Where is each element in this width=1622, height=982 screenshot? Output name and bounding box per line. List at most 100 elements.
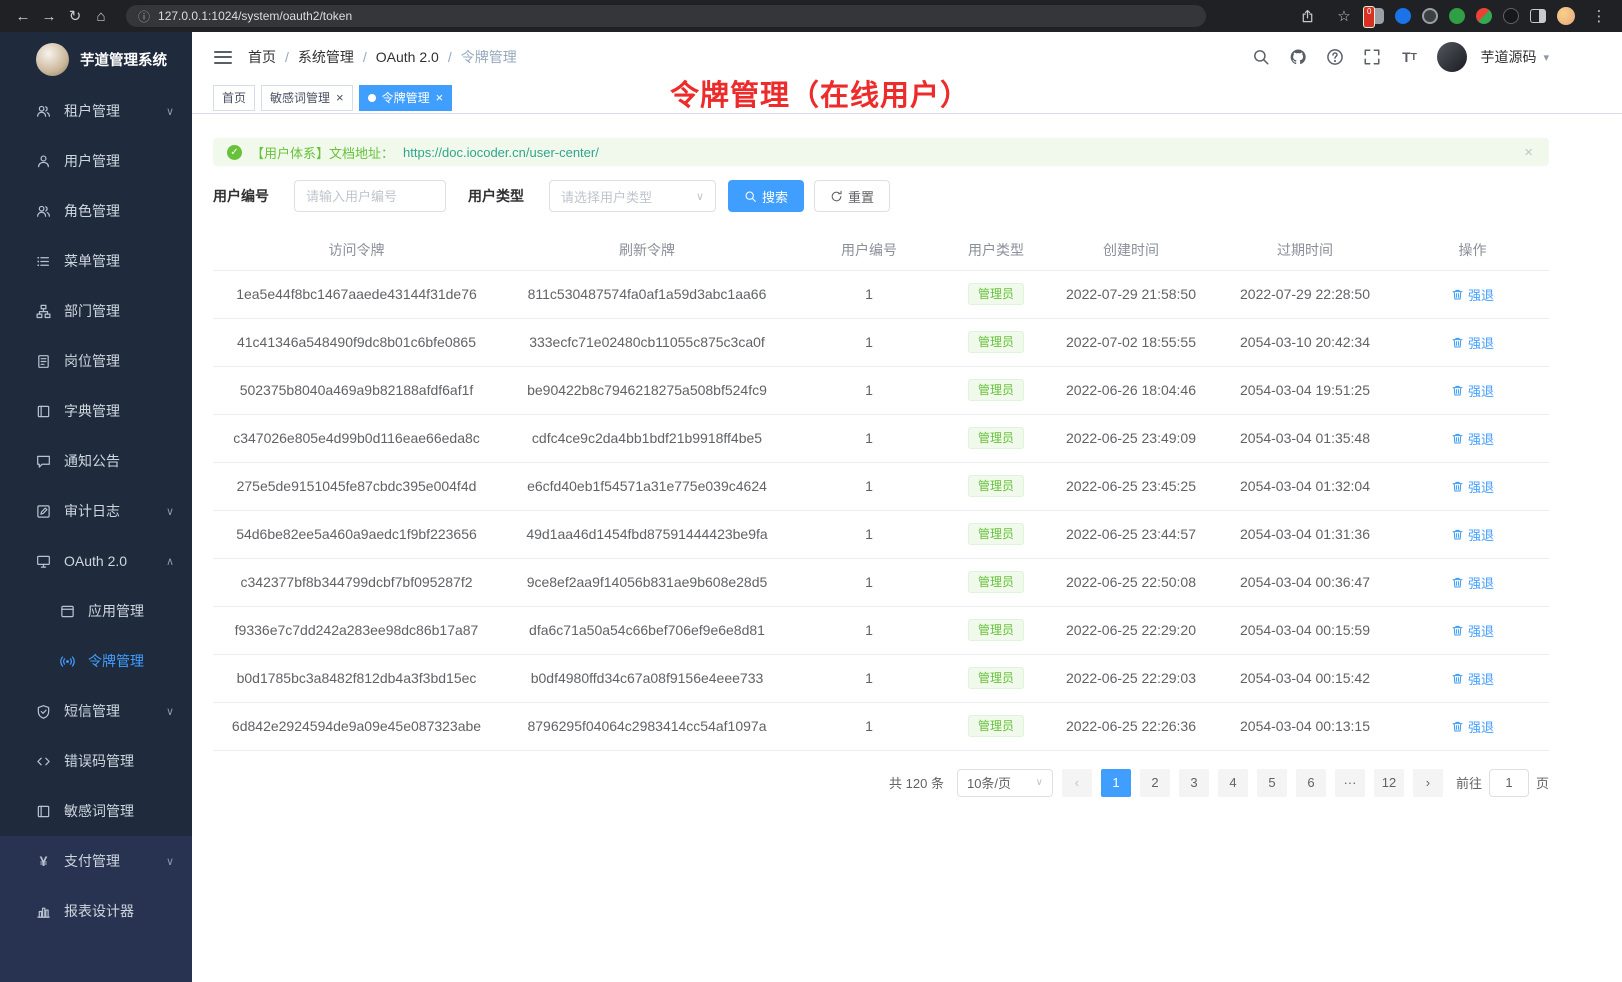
user-id-cell: 1 — [794, 318, 944, 366]
force-logout-button[interactable]: 强退 — [1451, 429, 1494, 448]
doc-link[interactable]: https://doc.iocoder.cn/user-center/ — [403, 145, 599, 160]
breadcrumb-oauth[interactable]: OAuth 2.0 — [376, 49, 439, 65]
share-icon[interactable] — [1294, 3, 1320, 29]
github-icon[interactable] — [1283, 42, 1313, 72]
page-button-3[interactable]: 3 — [1179, 769, 1209, 797]
sidebar-item-oauth-app[interactable]: 应用管理 — [0, 586, 192, 636]
page-button-4[interactable]: 4 — [1218, 769, 1248, 797]
font-size-icon[interactable]: TT — [1394, 42, 1424, 72]
user-type-select[interactable]: 请选择用户类型 ∨ — [549, 180, 716, 212]
help-icon[interactable] — [1320, 42, 1350, 72]
force-logout-label: 强退 — [1468, 477, 1494, 496]
sidebar-item-report-designer[interactable]: 报表设计器 — [0, 886, 192, 936]
force-logout-button[interactable]: 强退 — [1451, 669, 1494, 688]
goto-page-input[interactable] — [1489, 769, 1529, 797]
page-size-select[interactable]: 10条/页 ∨ — [957, 769, 1053, 797]
app-logo[interactable]: 芋道管理系统 — [0, 32, 192, 86]
forward-button[interactable]: → — [36, 3, 62, 29]
page-size-value: 10条/页 — [967, 773, 1011, 792]
page-button-5[interactable]: 5 — [1257, 769, 1287, 797]
sidebar-item-oauth-token[interactable]: 令牌管理 — [0, 636, 192, 686]
breadcrumb-system[interactable]: 系统管理 — [298, 47, 354, 67]
sidebar-item-post[interactable]: 岗位管理 — [0, 336, 192, 386]
pagination: 共 120 条 10条/页 ∨ ‹ 1 2 3 4 5 6 ··· 12 › 前… — [213, 769, 1549, 797]
extension-green-icon[interactable] — [1449, 8, 1465, 24]
alert-close-icon[interactable]: × — [1524, 144, 1533, 161]
sidebar-item-menu[interactable]: 菜单管理 — [0, 236, 192, 286]
extension-dark-icon[interactable] — [1422, 8, 1438, 24]
tab-home[interactable]: 首页 — [213, 85, 255, 111]
tab-token[interactable]: 令牌管理 × — [359, 85, 453, 111]
next-page-button[interactable]: › — [1413, 769, 1443, 797]
sidebar-item-error-code[interactable]: 错误码管理 — [0, 736, 192, 786]
sidebar-item-audit-log[interactable]: 审计日志 ∨ — [0, 486, 192, 536]
breadcrumb-home[interactable]: 首页 — [248, 47, 276, 67]
browser-profile-avatar[interactable] — [1557, 7, 1575, 25]
bookmark-star-icon[interactable]: ☆ — [1331, 3, 1357, 29]
page-button-12[interactable]: 12 — [1374, 769, 1404, 797]
force-logout-button[interactable]: 强退 — [1451, 621, 1494, 640]
user-name[interactable]: 芋道源码 — [1480, 47, 1536, 67]
browser-menu-icon[interactable]: ⋮ — [1586, 3, 1612, 29]
force-logout-button[interactable]: 强退 — [1451, 285, 1494, 304]
user-type-cell: 管理员 — [944, 702, 1048, 750]
user-id-cell: 1 — [794, 654, 944, 702]
user-id-cell: 1 — [794, 606, 944, 654]
created-time-cell: 2022-06-25 23:45:25 — [1048, 462, 1214, 510]
sidebar-item-sensitive-word[interactable]: 敏感词管理 — [0, 786, 192, 836]
extensions-puzzle-icon[interactable] — [1476, 8, 1492, 24]
back-button[interactable]: ← — [10, 3, 36, 29]
force-logout-button[interactable]: 强退 — [1451, 381, 1494, 400]
action-cell: 强退 — [1396, 414, 1549, 462]
action-cell: 强退 — [1396, 558, 1549, 606]
table-row: f9336e7c7dd242a283ee98dc86b17a87 dfa6c71… — [213, 606, 1549, 654]
force-logout-button[interactable]: 强退 — [1451, 477, 1494, 496]
force-logout-label: 强退 — [1468, 573, 1494, 592]
access-token-cell: 502375b8040a469a9b82188afdf6af1f — [213, 366, 500, 414]
sidebar-item-notice[interactable]: 通知公告 — [0, 436, 192, 486]
sidebar-item-tenant[interactable]: 租户管理 ∨ — [0, 86, 192, 136]
reload-button[interactable]: ↻ — [62, 3, 88, 29]
sidebar-item-role[interactable]: 角色管理 — [0, 186, 192, 236]
close-icon[interactable]: × — [436, 91, 444, 104]
force-logout-label: 强退 — [1468, 333, 1494, 352]
force-logout-button[interactable]: 强退 — [1451, 525, 1494, 544]
fullscreen-icon[interactable] — [1357, 42, 1387, 72]
trash-icon — [1451, 384, 1464, 397]
more-pages-button[interactable]: ··· — [1335, 769, 1365, 797]
sidebar-item-dept[interactable]: 部门管理 — [0, 286, 192, 336]
sidebar-item-dict[interactable]: 字典管理 — [0, 386, 192, 436]
force-logout-button[interactable]: 强退 — [1451, 717, 1494, 736]
sidebar-item-user[interactable]: 用户管理 — [0, 136, 192, 186]
site-info-icon[interactable]: ⓘ — [138, 8, 150, 25]
page-button-1[interactable]: 1 — [1101, 769, 1131, 797]
page-button-6[interactable]: 6 — [1296, 769, 1326, 797]
search-button[interactable]: 搜索 — [728, 180, 804, 212]
sidebar-item-payment[interactable]: ¥ 支付管理 ∨ — [0, 836, 192, 886]
address-bar[interactable]: ⓘ 127.0.0.1:1024/system/oauth2/token — [126, 5, 1206, 27]
force-logout-button[interactable]: 强退 — [1451, 573, 1494, 592]
split-screen-icon[interactable] — [1530, 9, 1546, 23]
reset-button[interactable]: 重置 — [814, 180, 890, 212]
search-icon[interactable] — [1246, 42, 1276, 72]
user-id-input[interactable] — [306, 189, 434, 204]
breadcrumb: 首页 / 系统管理 / OAuth 2.0 / 令牌管理 — [248, 47, 517, 67]
user-id-input-wrap — [294, 180, 446, 212]
sidebar-item-sms[interactable]: 短信管理 ∨ — [0, 686, 192, 736]
extension-badged-icon[interactable]: 0 — [1368, 8, 1384, 24]
page-button-2[interactable]: 2 — [1140, 769, 1170, 797]
table-body: 1ea5e44f8bc1467aaede43144f31de76 811c530… — [213, 270, 1549, 750]
extension-blue-icon[interactable] — [1395, 8, 1411, 24]
prev-page-button[interactable]: ‹ — [1062, 769, 1092, 797]
trash-icon — [1451, 432, 1464, 445]
close-icon[interactable]: × — [336, 91, 344, 104]
user-avatar[interactable] — [1437, 42, 1467, 72]
user-menu-caret-icon[interactable]: ▾ — [1543, 51, 1549, 64]
home-button[interactable]: ⌂ — [88, 3, 114, 29]
menu-fold-icon[interactable] — [214, 51, 232, 64]
created-time-cell: 2022-06-25 23:44:57 — [1048, 510, 1214, 558]
tab-sensitive-word[interactable]: 敏感词管理 × — [261, 85, 353, 111]
extension-dark2-icon[interactable] — [1503, 8, 1519, 24]
sidebar-item-oauth[interactable]: OAuth 2.0 ∧ — [0, 536, 192, 586]
force-logout-button[interactable]: 强退 — [1451, 333, 1494, 352]
